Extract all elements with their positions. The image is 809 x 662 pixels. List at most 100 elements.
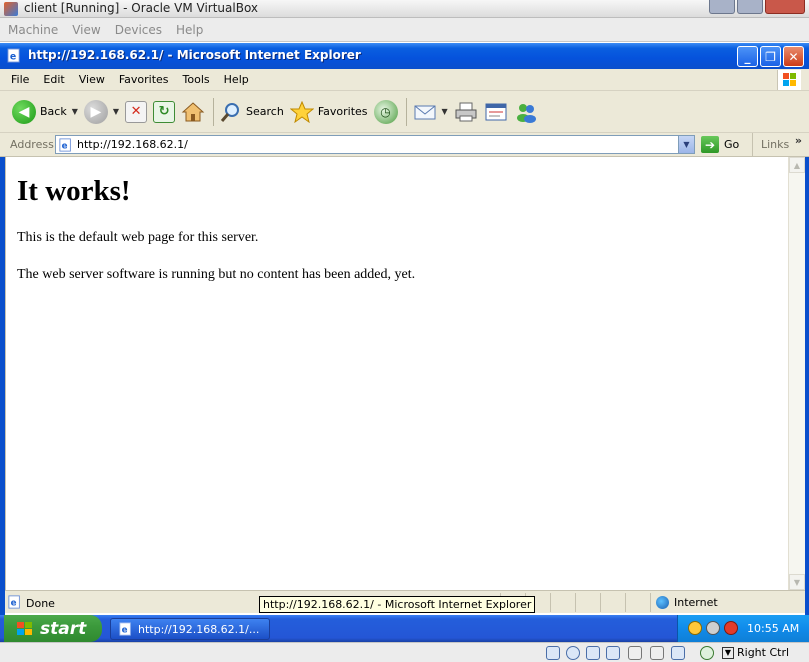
usb-icon[interactable] (586, 646, 600, 660)
vbox-minimize-button[interactable] (709, 0, 735, 14)
print-button[interactable] (454, 96, 478, 128)
back-label: Back (40, 105, 67, 118)
home-icon (181, 101, 205, 121)
security-shield-icon[interactable] (688, 621, 702, 635)
vbox-window-title: client [Running] - Oracle VM VirtualBox (24, 1, 259, 15)
browser-content: It works! This is the default web page f… (5, 157, 788, 590)
xp-taskbar: start e http://192.168.62.1/... 10:55 AM (0, 615, 809, 642)
svg-text:e: e (10, 51, 16, 62)
display-icon[interactable] (628, 646, 642, 660)
svg-text:e: e (62, 142, 68, 152)
go-label: Go (724, 138, 740, 151)
ie-menubar: File Edit View Favorites Tools Help (0, 69, 809, 91)
ie-minimize-button[interactable]: _ (737, 46, 758, 67)
mail-button[interactable]: ▼ (413, 96, 448, 128)
virtualbox-icon (4, 2, 18, 16)
taskbar-tooltip: http://192.168.62.1/ - Microsoft Interne… (259, 596, 536, 613)
forward-dropdown-icon[interactable]: ▼ (113, 107, 119, 116)
stop-button[interactable]: ✕ (125, 96, 148, 128)
favorites-button[interactable]: Favorites (289, 96, 368, 128)
edit-button[interactable] (484, 96, 508, 128)
volume-icon[interactable] (706, 621, 720, 635)
mail-dropdown-icon[interactable]: ▼ (442, 107, 448, 116)
ie-restore-button[interactable]: ❐ (760, 46, 781, 67)
taskbar-item-label: http://192.168.62.1/... (138, 622, 260, 636)
shared-folders-icon[interactable] (606, 646, 620, 660)
status-divider (650, 593, 651, 612)
vbox-menu-devices[interactable]: Devices (115, 23, 162, 37)
clock: 10:55 AM (747, 622, 800, 635)
windows-flag-icon (777, 70, 801, 90)
messenger-button[interactable] (514, 96, 538, 128)
ie-menu-favorites[interactable]: Favorites (112, 73, 176, 86)
video-capture-icon[interactable] (671, 646, 685, 660)
back-dropdown-icon[interactable]: ▼ (72, 107, 78, 116)
vbox-window-controls (709, 0, 805, 14)
security-zone: Internet (656, 596, 718, 609)
search-button[interactable]: Search (220, 96, 284, 128)
go-arrow-icon: ➔ (701, 136, 719, 153)
vbox-menu-help[interactable]: Help (176, 23, 203, 37)
status-divider (575, 593, 576, 612)
scroll-up-icon[interactable]: ▲ (789, 157, 805, 173)
network-icon[interactable] (650, 646, 664, 660)
toolbar-separator (213, 97, 215, 126)
back-button[interactable]: ◀ Back ▼ (12, 96, 78, 128)
ie-menu-tools[interactable]: Tools (176, 73, 217, 86)
ie-menu-file[interactable]: File (4, 73, 36, 86)
ie-close-button[interactable]: ✕ (783, 46, 804, 67)
messenger-icon (516, 103, 536, 123)
ie-menu-edit[interactable]: Edit (36, 73, 71, 86)
vbox-menubar: Machine View Devices Help (0, 18, 809, 42)
go-button[interactable]: ➔ Go (701, 136, 739, 153)
svg-text:e: e (11, 599, 17, 609)
favorites-label: Favorites (317, 105, 368, 118)
vbox-titlebar: client [Running] - Oracle VM VirtualBox (0, 0, 809, 18)
address-dropdown-icon[interactable]: ▼ (678, 136, 694, 153)
printer-icon (455, 102, 477, 121)
address-bar: Address e http://192.168.62.1/ ▼ ➔ Go Li… (0, 133, 809, 157)
ie-window-title: http://192.168.62.1/ - Microsoft Interne… (28, 48, 361, 62)
windows-flag-icon (17, 621, 32, 635)
history-button[interactable]: ◷ (373, 96, 398, 128)
mouse-integration-icon[interactable] (700, 646, 714, 660)
vbox-statusbar: ▼ Right Ctrl (0, 642, 809, 662)
ie-menu-view[interactable]: View (72, 73, 112, 86)
optical-drive-icon[interactable] (566, 646, 580, 660)
vbox-close-button[interactable] (765, 0, 805, 14)
ie-standard-toolbar: ◀ Back ▼ ▶ ▼ ✕ ↻ Search Favorites ◷ ▼ (0, 91, 809, 133)
zone-label: Internet (674, 596, 718, 609)
scroll-down-icon[interactable]: ▼ (789, 574, 805, 590)
refresh-icon: ↻ (153, 100, 176, 123)
vbox-maximize-button[interactable] (737, 0, 763, 14)
vertical-scrollbar[interactable]: ▲ ▼ (788, 157, 805, 590)
vbox-menu-machine[interactable]: Machine (8, 23, 58, 37)
taskbar-item-ie[interactable]: e http://192.168.62.1/... (110, 618, 270, 640)
links-button[interactable]: Links (752, 133, 789, 157)
forward-button[interactable]: ▶ ▼ (83, 96, 119, 128)
start-label: start (40, 618, 87, 639)
history-icon: ◷ (373, 99, 398, 124)
refresh-button[interactable]: ↻ (153, 96, 176, 128)
status-divider (600, 593, 601, 612)
stop-icon: ✕ (125, 100, 148, 123)
ie-page-icon: e (119, 622, 131, 636)
security-alert-icon[interactable] (724, 621, 738, 635)
back-arrow-icon: ◀ (12, 99, 36, 124)
start-button[interactable]: start (4, 615, 102, 642)
down-arrow-icon: ▼ (722, 646, 734, 659)
chevron-right-icon[interactable]: » (795, 134, 802, 147)
toolbar-separator (405, 97, 407, 126)
favorites-star-icon (289, 100, 314, 123)
ie-page-icon: e (8, 595, 20, 609)
ie-page-icon: e (59, 138, 71, 152)
ie-menu-help[interactable]: Help (217, 73, 256, 86)
page-heading: It works! (17, 175, 131, 207)
vbox-menu-view[interactable]: View (72, 23, 100, 37)
globe-icon (656, 596, 669, 609)
ie-titlebar: e http://192.168.62.1/ - Microsoft Inter… (0, 43, 809, 69)
home-button[interactable] (181, 96, 205, 128)
hard-disk-icon[interactable] (546, 646, 560, 660)
address-input[interactable]: e http://192.168.62.1/ ▼ (55, 135, 695, 154)
status-divider (550, 593, 551, 612)
